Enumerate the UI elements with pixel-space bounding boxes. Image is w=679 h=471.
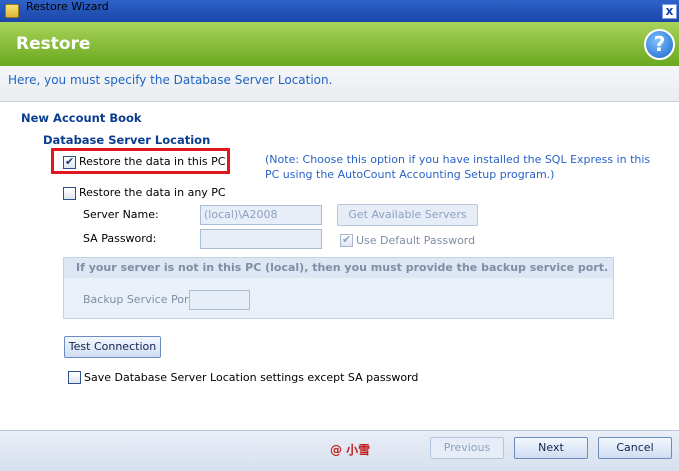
backup-port-label: Backup Service Port: <box>83 293 197 306</box>
cancel-button[interactable]: Cancel <box>598 437 672 459</box>
page-subtitle: Here, you must specify the Database Serv… <box>8 73 333 87</box>
watermark: @ 小雪 <box>330 443 371 457</box>
get-available-servers-button[interactable]: Get Available Servers <box>337 204 478 226</box>
server-name-input[interactable]: (local)\A2008 <box>200 205 322 225</box>
save-settings-label[interactable]: Save Database Server Location settings e… <box>84 371 418 384</box>
app-icon <box>5 4 19 18</box>
save-settings-checkbox[interactable] <box>68 371 81 384</box>
help-icon[interactable]: ? <box>644 29 675 60</box>
restore-any-pc-checkbox[interactable] <box>63 187 76 200</box>
next-button[interactable]: Next <box>514 437 588 459</box>
highlight-box <box>51 148 230 174</box>
note-text: (Note: Choose this option if you have in… <box>265 153 651 181</box>
sa-password-input[interactable] <box>200 229 322 249</box>
section-database-server-location: Database Server Location <box>43 133 211 147</box>
section-new-account-book: New Account Book <box>21 111 142 125</box>
sa-password-label: SA Password: <box>83 232 157 245</box>
wizard-header <box>0 22 679 66</box>
backup-port-input[interactable] <box>189 290 250 310</box>
backup-port-header: If your server is not in this PC (local)… <box>64 258 613 278</box>
restore-any-pc-label[interactable]: Restore the data in any PC <box>79 186 226 199</box>
page-title: Restore <box>16 34 91 54</box>
previous-button[interactable]: Previous <box>430 437 504 459</box>
test-connection-button[interactable]: Test Connection <box>64 336 161 358</box>
use-default-password-label[interactable]: Use Default Password <box>356 234 475 247</box>
use-default-password-checkbox[interactable] <box>340 233 353 247</box>
close-button[interactable]: x <box>662 4 677 19</box>
server-name-label: Server Name: <box>83 208 159 221</box>
window-title: Restore Wizard <box>26 0 109 13</box>
